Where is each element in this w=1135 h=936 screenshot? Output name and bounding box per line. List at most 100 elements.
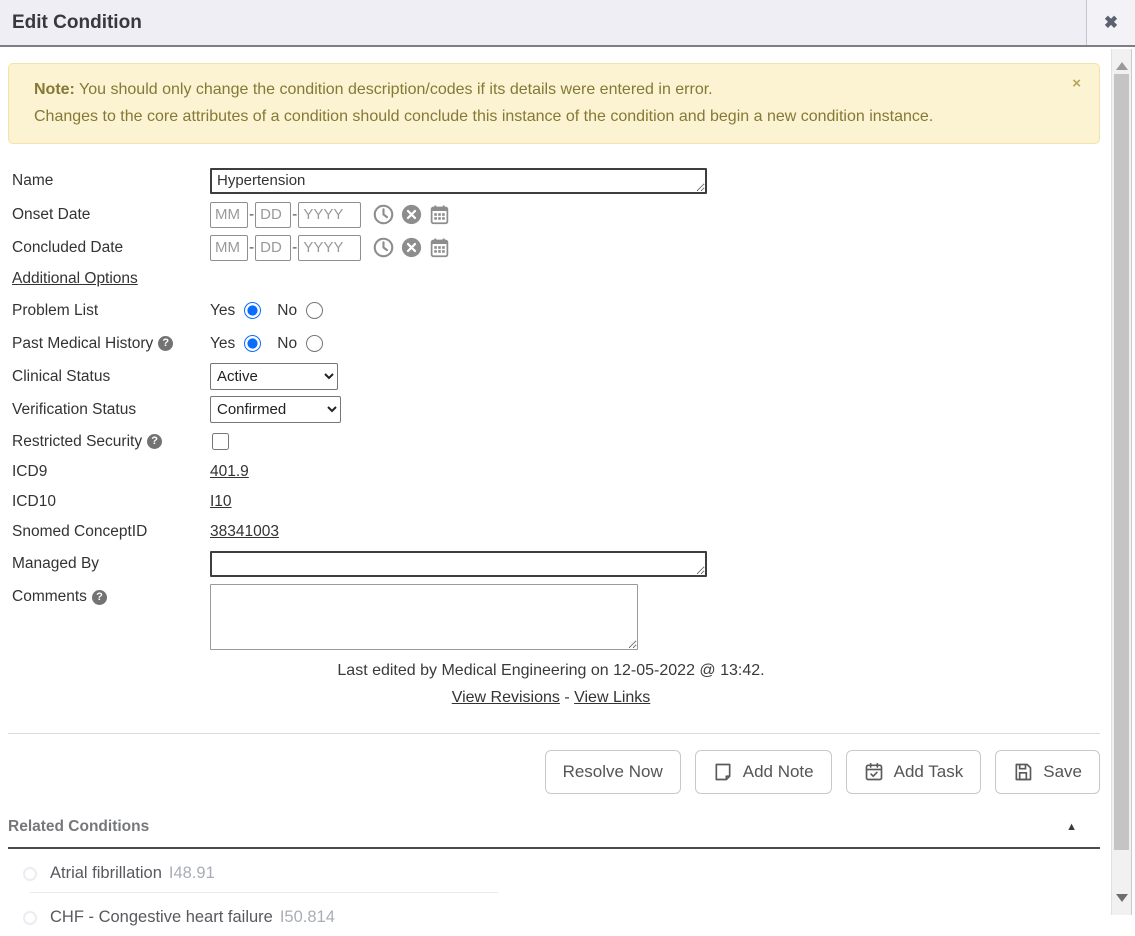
date-separator: -: [249, 206, 254, 224]
page-title: Edit Condition: [0, 0, 1086, 45]
concluded-day-input[interactable]: [255, 235, 291, 261]
icd10-code-link[interactable]: I10: [210, 493, 232, 511]
modal-body: Note: You should only change the conditi…: [0, 49, 1108, 936]
comments-label: Comments ?: [12, 584, 210, 606]
comments-label-text: Comments: [12, 588, 87, 606]
vertical-scrollbar[interactable]: [1111, 49, 1132, 915]
note-text1: You should only change the condition des…: [75, 81, 713, 98]
restricted-security-checkbox[interactable]: [212, 433, 229, 450]
last-edited-text: Last edited by Medical Engineering on 12…: [0, 662, 1102, 680]
pmh-no-radio[interactable]: [306, 335, 323, 352]
problem-list-no-label: No: [277, 302, 297, 320]
onset-day-input[interactable]: [255, 202, 291, 228]
add-task-button[interactable]: Add Task: [846, 750, 982, 794]
help-icon[interactable]: ?: [147, 434, 162, 449]
view-links-link[interactable]: View Links: [574, 689, 650, 706]
restricted-security-row: Restricted Security ?: [12, 429, 1108, 454]
comments-input[interactable]: [210, 584, 638, 650]
concluded-month-input[interactable]: [210, 235, 248, 261]
scrollbar-thumb[interactable]: [1114, 74, 1129, 850]
onset-month-input[interactable]: [210, 202, 248, 228]
related-condition-item[interactable]: Atrial fibrillation I48.91: [8, 849, 1100, 892]
clear-date-icon[interactable]: [401, 237, 422, 258]
pmh-yes-radio[interactable]: [244, 335, 261, 352]
related-conditions-title: Related Conditions: [8, 818, 149, 836]
problem-list-row: Problem List Yes No: [12, 297, 1108, 324]
resolve-now-label: Resolve Now: [563, 762, 663, 782]
warning-banner: Note: You should only change the conditi…: [8, 63, 1100, 144]
condition-code: I50.814: [280, 908, 335, 927]
concluded-date-row: Concluded Date - -: [12, 234, 1108, 261]
additional-options-link[interactable]: Additional Options: [12, 270, 138, 288]
past-medical-history-row: Past Medical History ? Yes No: [12, 330, 1108, 357]
concluded-date-label: Concluded Date: [12, 239, 210, 257]
modal-header: Edit Condition ✖: [0, 0, 1135, 47]
name-input[interactable]: Hypertension: [210, 168, 707, 194]
pmh-yes-label: Yes: [210, 335, 235, 353]
note-label: Note:: [34, 81, 75, 98]
clinical-status-select[interactable]: Active: [210, 363, 338, 390]
icd9-code-link[interactable]: 401.9: [210, 463, 249, 481]
save-icon: [1013, 762, 1033, 782]
restricted-security-label-text: Restricted Security: [12, 433, 142, 451]
verification-status-select[interactable]: Confirmed: [210, 396, 341, 423]
save-button[interactable]: Save: [995, 750, 1100, 794]
comments-row: Comments ?: [12, 584, 1108, 650]
additional-options-row: Additional Options: [12, 267, 1108, 291]
snomed-row: Snomed ConceptID 38341003: [12, 520, 1108, 543]
help-icon[interactable]: ?: [158, 336, 173, 351]
clinical-status-label: Clinical Status: [12, 368, 210, 386]
note-line2: Changes to the core attributes of a cond…: [34, 108, 933, 125]
clock-icon[interactable]: [373, 237, 394, 258]
icd10-label: ICD10: [12, 493, 210, 511]
restricted-security-label: Restricted Security ?: [12, 433, 210, 451]
clear-date-icon[interactable]: [401, 204, 422, 225]
save-label: Save: [1043, 762, 1082, 782]
action-button-row: Resolve Now Add Note Add Task Save: [0, 750, 1100, 794]
past-medical-history-label-text: Past Medical History: [12, 335, 153, 353]
managed-by-label: Managed By: [12, 551, 210, 573]
past-medical-history-label: Past Medical History ?: [12, 335, 210, 353]
condition-bullet-icon: [23, 911, 37, 925]
help-icon[interactable]: ?: [92, 590, 107, 605]
date-separator: -: [292, 206, 297, 224]
calendar-check-icon: [864, 762, 884, 782]
resolve-now-button[interactable]: Resolve Now: [545, 750, 681, 794]
managed-by-row: Managed By: [12, 551, 1108, 578]
scroll-up-icon[interactable]: [1116, 62, 1128, 70]
snomed-code-link[interactable]: 38341003: [210, 523, 279, 541]
problem-list-label: Problem List: [12, 302, 210, 320]
clock-icon[interactable]: [373, 204, 394, 225]
add-note-button[interactable]: Add Note: [695, 750, 832, 794]
close-icon: ✖: [1104, 13, 1118, 33]
condition-form: Name Hypertension Onset Date - - Conclud…: [12, 168, 1108, 650]
concluded-year-input[interactable]: [298, 235, 361, 261]
view-revisions-link[interactable]: View Revisions: [452, 689, 560, 706]
scroll-down-icon[interactable]: [1116, 894, 1128, 902]
date-separator: -: [249, 239, 254, 257]
condition-name: CHF - Congestive heart failure: [50, 908, 273, 927]
managed-by-input[interactable]: [210, 551, 707, 577]
name-row: Name Hypertension: [12, 168, 1108, 195]
condition-code: I48.91: [169, 864, 215, 883]
icd10-row: ICD10 I10: [12, 490, 1108, 513]
note-icon: [713, 762, 733, 782]
collapse-icon[interactable]: ▲: [1066, 821, 1077, 833]
onset-year-input[interactable]: [298, 202, 361, 228]
banner-dismiss-icon[interactable]: ×: [1072, 76, 1081, 91]
condition-name: Atrial fibrillation: [50, 864, 162, 883]
links-separator: -: [560, 689, 574, 706]
clinical-status-row: Clinical Status Active: [12, 363, 1108, 390]
close-button[interactable]: ✖: [1086, 0, 1135, 45]
problem-list-yes-radio[interactable]: [244, 302, 261, 319]
revision-links: View Revisions - View Links: [0, 689, 1102, 707]
problem-list-no-radio[interactable]: [306, 302, 323, 319]
verification-status-label: Verification Status: [12, 401, 210, 419]
note-line1: Note: You should only change the conditi…: [34, 81, 713, 98]
pmh-no-label: No: [277, 335, 297, 353]
name-label: Name: [12, 168, 210, 190]
add-note-label: Add Note: [743, 762, 814, 782]
calendar-icon[interactable]: [429, 204, 450, 225]
calendar-icon[interactable]: [429, 237, 450, 258]
problem-list-yes-label: Yes: [210, 302, 235, 320]
